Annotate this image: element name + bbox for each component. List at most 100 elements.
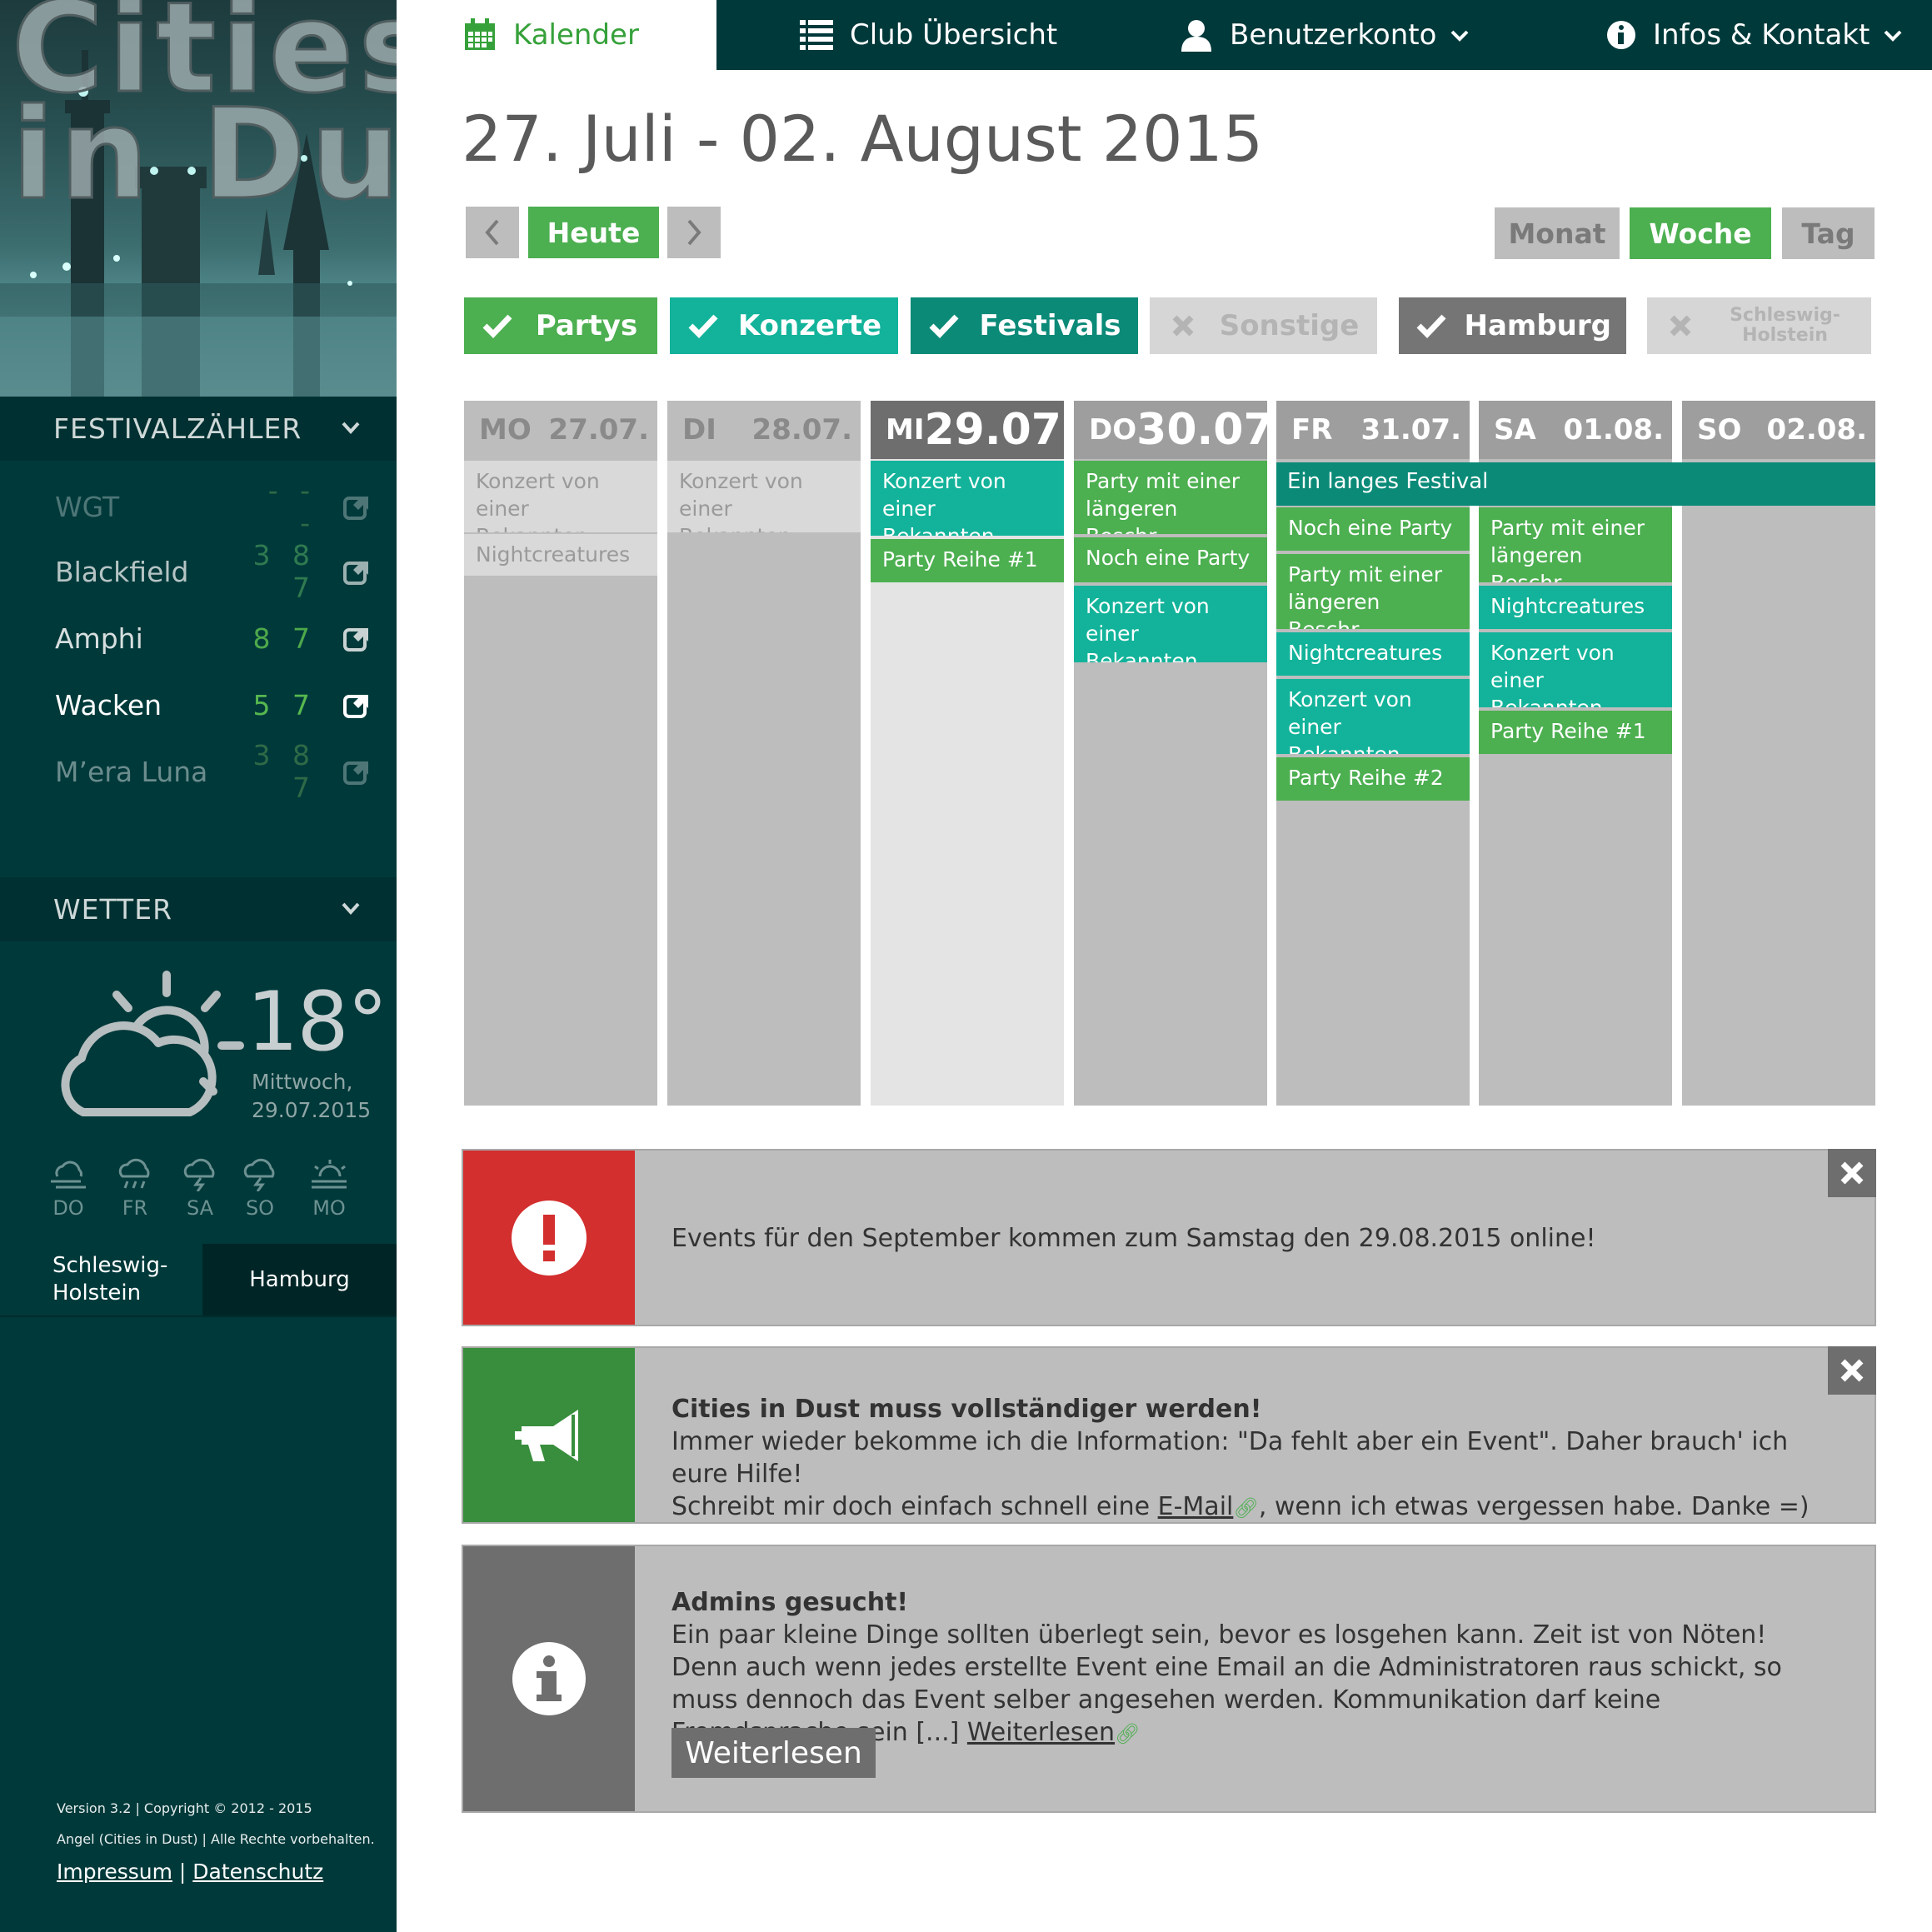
list-icon xyxy=(800,20,833,50)
filter-festivals[interactable]: Festivals xyxy=(911,297,1138,354)
filter-konzerte[interactable]: Konzerte xyxy=(670,297,898,354)
day-header[interactable]: MO 27.07. xyxy=(464,401,657,459)
today-button[interactable]: Heute xyxy=(528,207,659,258)
forecast-day[interactable]: DO xyxy=(39,1158,97,1220)
check-icon xyxy=(688,314,718,338)
event-item[interactable]: Konzert von einer Bekannten Band xyxy=(667,461,861,532)
day-header[interactable]: DO 30.07. xyxy=(1074,401,1290,459)
forecast-day-label: FR xyxy=(122,1196,148,1220)
counter-item-amphi[interactable]: Amphi 8 7 xyxy=(55,613,372,663)
day-name: MI xyxy=(886,413,925,447)
day-header[interactable]: MI 29.07. xyxy=(871,401,1078,459)
nav-tab-account[interactable]: Benutzerkonto xyxy=(1180,0,1470,70)
exclamation-icon xyxy=(512,1200,587,1276)
forecast-day[interactable]: FR xyxy=(106,1158,164,1220)
external-link-icon[interactable] xyxy=(342,623,372,653)
day-date: 28.07. xyxy=(751,413,852,447)
event-item[interactable]: Konzert von einer Bekannten Band xyxy=(871,461,1064,536)
external-link-icon[interactable] xyxy=(342,756,372,786)
day-column-do: DO 30.07. Party mit einer längeren Besch… xyxy=(1074,401,1290,1106)
read-more-link[interactable]: Weiterlesen xyxy=(967,1718,1115,1747)
day-name: DO xyxy=(1089,413,1137,447)
weather-header[interactable]: WETTER xyxy=(0,877,397,941)
impressum-link[interactable]: Impressum xyxy=(57,1860,172,1884)
event-item[interactable]: Konzert von einer Bekannten Band xyxy=(1276,679,1470,754)
counter-name: Wacken xyxy=(55,688,162,721)
filter-hamburg[interactable]: Hamburg xyxy=(1399,297,1626,354)
partly-cloudy-icon xyxy=(61,971,244,1116)
event-item[interactable]: Party Reihe #1 xyxy=(1479,711,1672,754)
external-link-icon[interactable] xyxy=(342,690,372,720)
forecast-day-label: DO xyxy=(52,1196,84,1220)
counter-item-wacken[interactable]: Wacken 5 7 xyxy=(55,680,372,730)
festival-counter-title: FESTIVALZÄHLER xyxy=(53,412,302,445)
filter-sonstige[interactable]: Sonstige xyxy=(1150,297,1377,354)
filter-schleswig-holstein[interactable]: Schleswig- Holstein xyxy=(1647,297,1871,354)
nav-tab-calendar[interactable]: Kalender xyxy=(397,0,716,70)
close-button[interactable] xyxy=(1828,1346,1876,1395)
logo[interactable]: Cities in Dust xyxy=(0,0,397,397)
user-icon xyxy=(1181,20,1211,52)
event-item[interactable]: Party mit einer längeren Beschr... xyxy=(1276,554,1470,629)
datenschutz-link[interactable]: Datenschutz xyxy=(192,1860,323,1884)
forecast-day[interactable]: SA xyxy=(171,1158,229,1220)
view-month-button[interactable]: Monat xyxy=(1495,207,1620,259)
forecast-day[interactable]: SO xyxy=(231,1158,289,1220)
chevron-left-icon xyxy=(485,219,499,246)
day-header[interactable]: SA 01.08. xyxy=(1479,401,1672,459)
event-item[interactable]: Konzert von einer Bekannten Band xyxy=(1074,586,1267,662)
weather-title: WETTER xyxy=(53,893,172,926)
day-column-di: DI 28.07. Konzert von einer Bekannten Ba… xyxy=(667,401,861,1106)
counter-item-wgt[interactable]: WGT - - - xyxy=(55,474,372,539)
day-date: 29.07. xyxy=(924,405,1078,455)
external-link-icon[interactable] xyxy=(342,492,372,522)
logo-wordmark: Cities in Dust xyxy=(11,0,397,227)
external-link-icon[interactable] xyxy=(342,557,372,587)
counter-item-meraluna[interactable]: M’era Luna 3 8 7 xyxy=(55,739,372,804)
wind-cloud-icon xyxy=(51,1161,86,1189)
chevron-right-icon xyxy=(687,219,701,246)
event-item[interactable]: Konzert von einer Bekannten Band xyxy=(464,461,657,532)
day-column-mi: MI 29.07. Konzert von einer Bekannten Ba… xyxy=(871,401,1078,1106)
counter-name: WGT xyxy=(55,490,120,523)
location-tab-schleswig-holstein[interactable]: Schleswig- Holstein xyxy=(0,1244,202,1315)
event-item[interactable]: Nightcreatures xyxy=(464,534,657,576)
page-title: 27. Juli - 02. August 2015 xyxy=(462,102,1264,176)
view-week-button[interactable]: Woche xyxy=(1630,207,1771,259)
event-item[interactable]: Party mit einer längeren Beschr... xyxy=(1074,461,1267,534)
day-header[interactable]: FR 31.07. xyxy=(1276,401,1470,459)
calendar-icon xyxy=(465,18,495,50)
day-date: 27.07. xyxy=(548,413,649,447)
day-header[interactable]: DI 28.07. xyxy=(667,401,861,459)
forecast-day-label: SO xyxy=(245,1196,275,1220)
email-link[interactable]: E-Mail xyxy=(1158,1492,1234,1521)
view-day-button[interactable]: Tag xyxy=(1782,207,1875,259)
prev-week-button[interactable] xyxy=(466,207,519,258)
forecast-day[interactable]: MO xyxy=(300,1158,358,1220)
event-item[interactable]: Nightcreatures xyxy=(1276,632,1470,676)
close-button[interactable] xyxy=(1828,1149,1876,1197)
location-tab-hamburg[interactable]: Hamburg xyxy=(202,1244,397,1315)
day-header[interactable]: SO 02.08. xyxy=(1682,401,1875,459)
event-item[interactable]: Konzert von einer Bekannten Band xyxy=(1479,632,1672,707)
event-item[interactable]: Party Reihe #1 xyxy=(871,539,1064,582)
event-item[interactable]: Noch eine Party xyxy=(1276,507,1470,551)
nav-tab-clubs[interactable]: Club Übersicht xyxy=(800,0,1057,70)
counter-item-blackfield[interactable]: Blackfield 3 8 7 xyxy=(55,539,372,604)
weather-temperature: 18° xyxy=(247,975,388,1070)
next-week-button[interactable] xyxy=(667,207,721,258)
festival-counter-header[interactable]: FESTIVALZÄHLER xyxy=(0,397,397,461)
event-item[interactable]: Party Reihe #2 xyxy=(1276,757,1470,801)
event-item[interactable]: Noch eine Party xyxy=(1074,537,1267,582)
footer-rights: Angel (Cities in Dust) | Alle Rechte vor… xyxy=(57,1831,375,1847)
event-item[interactable]: Nightcreatures xyxy=(1479,586,1672,629)
nav-tab-info[interactable]: Infos & Kontakt xyxy=(1606,0,1903,70)
info-title: Admins gesucht! xyxy=(671,1588,909,1617)
event-item[interactable]: Party mit einer längeren Beschr... xyxy=(1479,507,1672,582)
announcement-line2: Schreibt mir doch einfach schnell eine E… xyxy=(671,1492,1810,1521)
alert-text: Events für den September kommen zum Sams… xyxy=(671,1224,1596,1253)
day-column-fr: FR 31.07. Noch eine Party Party mit eine… xyxy=(1276,401,1470,1106)
festival-event-bar[interactable]: Ein langes Festival xyxy=(1276,462,1875,506)
read-more-button[interactable]: Weiterlesen xyxy=(671,1728,876,1778)
filter-partys[interactable]: Partys xyxy=(464,297,657,354)
